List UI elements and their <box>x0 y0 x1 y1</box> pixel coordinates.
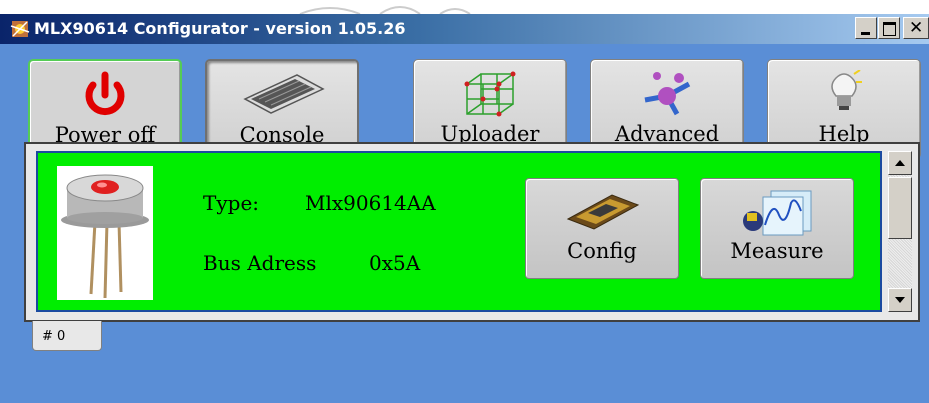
sensor-image <box>57 166 153 300</box>
measure-button[interactable]: Measure <box>700 178 854 279</box>
maximize-icon <box>883 22 896 36</box>
config-button[interactable]: Config <box>525 178 679 279</box>
device-panel: Type: Mlx90614AA Bus Adress 0x5A Config <box>24 142 920 322</box>
title-bar: MLX90614 Configurator - version 1.05.26 … <box>0 14 929 44</box>
chart-icon <box>737 189 817 241</box>
window-title: MLX90614 Configurator - version 1.05.26 <box>34 19 406 38</box>
measure-label: Measure <box>730 239 824 263</box>
keyboard-icon <box>237 71 327 120</box>
arrow-up-icon <box>895 160 905 166</box>
scroll-down-button[interactable] <box>888 288 912 312</box>
type-value: Mlx90614AA <box>305 191 436 215</box>
bus-address-label: Bus Adress <box>203 251 317 275</box>
minimize-button[interactable] <box>855 17 877 39</box>
tab-label: # 0 <box>42 329 66 344</box>
background-strip <box>0 0 929 14</box>
close-icon: ✕ <box>909 18 924 38</box>
config-label: Config <box>567 239 637 263</box>
power-icon <box>75 71 135 123</box>
scroll-thumb[interactable] <box>888 177 912 239</box>
bus-address-value: 0x5A <box>369 251 421 275</box>
close-button[interactable]: ✕ <box>903 17 929 39</box>
maximize-button[interactable] <box>878 17 900 39</box>
minimize-icon <box>861 32 870 35</box>
cube-grid-icon <box>459 70 521 122</box>
app-icon <box>9 18 31 40</box>
molecule-icon <box>637 70 697 122</box>
device-card: Type: Mlx90614AA Bus Adress 0x5A Config <box>36 151 882 312</box>
tab-device-0[interactable]: # 0 <box>32 321 102 351</box>
scroll-up-button[interactable] <box>888 151 912 175</box>
configurator-window: MLX90614 Configurator - version 1.05.26 … <box>0 0 929 403</box>
vertical-scrollbar[interactable] <box>888 151 912 312</box>
type-label: Type: <box>203 191 260 215</box>
lightbulb-icon <box>824 69 864 122</box>
arrow-down-icon <box>895 297 905 303</box>
chip-icon <box>562 189 642 237</box>
client-area: Power off Console Uploader Advanced Help… <box>0 44 929 403</box>
